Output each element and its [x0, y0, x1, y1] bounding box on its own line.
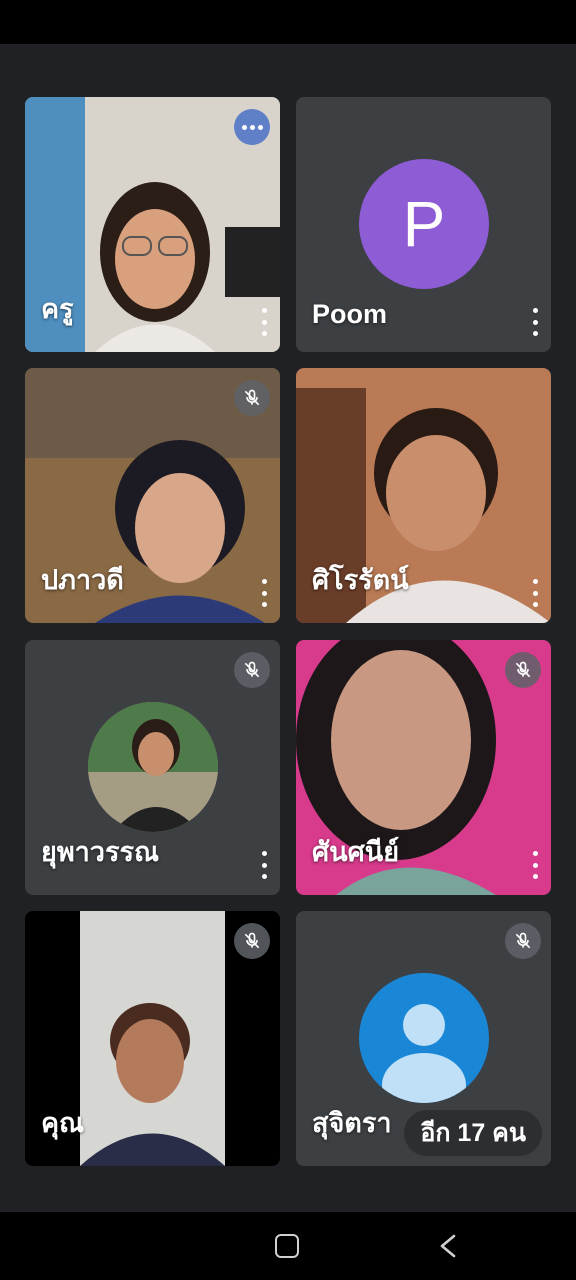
home-square-icon[interactable] [275, 1234, 299, 1258]
participant-tile-7[interactable]: คุณ [25, 911, 280, 1166]
participant-tile-8[interactable]: สุจิตรา อีก 17 คน [296, 911, 551, 1166]
participant-grid: ครู P Poom ปภาวดี ศิโรรัตน์ ยุพาวรรณ ศัน… [0, 0, 576, 1210]
participant-tile-5[interactable]: ยุพาวรรณ [25, 640, 280, 895]
more-participants-button[interactable]: อีก 17 คน [404, 1110, 542, 1156]
participant-tile-6[interactable]: ศันศนีย์ [296, 640, 551, 895]
participant-tile-1[interactable]: ครู [25, 97, 280, 352]
participant-tile-4[interactable]: ศิโรรัตน์ [296, 368, 551, 623]
avatar [88, 702, 218, 832]
mic-off-icon [234, 652, 270, 688]
participant-name: ยุพาวรรณ [41, 837, 159, 867]
more-vert-icon[interactable] [258, 579, 270, 607]
more-vert-icon[interactable] [529, 851, 541, 879]
participant-video [80, 1003, 225, 1166]
participant-tile-2[interactable]: P Poom [296, 97, 551, 352]
participant-name: ศันศนีย์ [312, 837, 400, 867]
participant-name: ปภาวดี [41, 565, 124, 595]
tile-options-button[interactable] [234, 109, 270, 145]
participant-name: ครู [41, 294, 74, 324]
mic-off-icon [505, 652, 541, 688]
person-icon [359, 973, 489, 1103]
participant-name: ศิโรรัตน์ [312, 565, 409, 595]
system-nav-bar [0, 1212, 576, 1280]
more-vert-icon[interactable] [258, 851, 270, 879]
mic-off-icon [234, 380, 270, 416]
participant-name: สุจิตรา [312, 1108, 392, 1138]
more-vert-icon[interactable] [529, 579, 541, 607]
mic-off-icon [234, 923, 270, 959]
avatar: P [359, 159, 489, 289]
participant-tile-3[interactable]: ปภาวดี [25, 368, 280, 623]
more-vert-icon[interactable] [529, 308, 541, 336]
participant-name: คุณ [41, 1108, 85, 1138]
participant-name: Poom [312, 299, 388, 329]
participant-video [95, 182, 215, 352]
more-vert-icon[interactable] [258, 308, 270, 336]
chevron-left-icon[interactable] [436, 1232, 460, 1260]
mic-off-icon [505, 923, 541, 959]
